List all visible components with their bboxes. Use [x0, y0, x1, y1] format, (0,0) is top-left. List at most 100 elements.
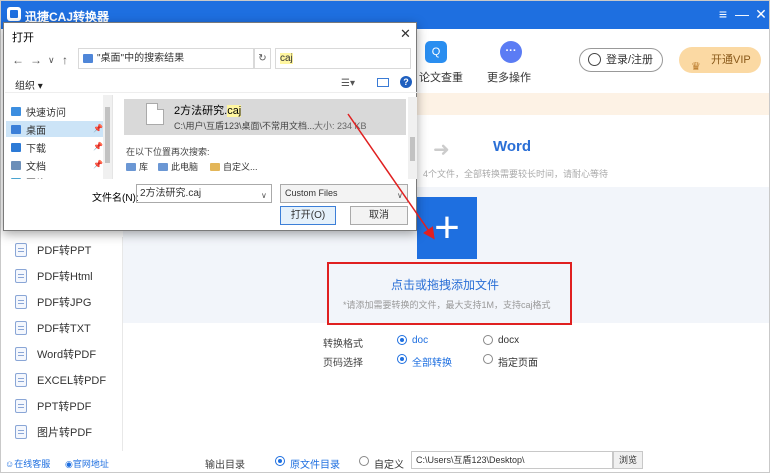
result-file-path: C:\用户\互盾123\桌面\不常用文档...: [174, 121, 315, 131]
tree-label: 下载: [26, 143, 46, 155]
browse-button[interactable]: 浏览: [613, 451, 643, 469]
view-options-icon[interactable]: ☰▾: [341, 78, 355, 89]
format-docx-label[interactable]: docx: [498, 335, 519, 346]
location-library[interactable]: 库: [126, 160, 148, 173]
preview-pane-icon[interactable]: [377, 78, 389, 87]
tree-downloads[interactable]: 下载: [11, 139, 46, 155]
login-button[interactable]: 登录/注册: [579, 48, 663, 72]
conversion-hint: 4个文件，全部转换需要较长时间，请耐心等待: [423, 169, 609, 179]
folder-icon: [83, 54, 93, 63]
sidebar-item-pdf-to-ppt[interactable]: PDF转PPT: [1, 237, 122, 263]
search-input[interactable]: caj: [275, 48, 411, 69]
pin-icon: 📌: [93, 124, 103, 133]
tree-pictures[interactable]: 图片: [11, 174, 46, 179]
user-icon: [588, 53, 601, 66]
nav-paper-check-label: 论文查重: [419, 72, 463, 84]
location-custom[interactable]: 自定义...: [210, 160, 258, 173]
result-file-size: 大小: 234 KB: [314, 121, 367, 131]
target-format: Word: [493, 138, 532, 155]
close-button[interactable]: ✕: [751, 5, 770, 23]
annotation-highlight-box: [327, 262, 572, 325]
minimize-button[interactable]: —: [732, 5, 752, 23]
location-label: 此电脑: [171, 162, 199, 172]
sidebar-item-pdf-to-html[interactable]: PDF转Html: [1, 263, 122, 289]
tree-label: 文档: [26, 161, 46, 173]
desktop-icon: [11, 124, 21, 134]
location-this-pc[interactable]: 此电脑: [158, 160, 198, 173]
app-window: 迅捷CAJ转换器 ≡ — ✕ Q 论文查重 ··· 更多操作 登录/注册 ♛ 开…: [0, 0, 770, 473]
address-text: "桌面"中的搜索结果: [97, 53, 185, 64]
location-label: 库: [139, 162, 149, 172]
address-bar[interactable]: "桌面"中的搜索结果: [78, 48, 254, 69]
page-custom-radio[interactable]: [483, 354, 493, 364]
tree-desktop[interactable]: 桌面: [6, 121, 103, 137]
result-row[interactable]: 2方法研究.caj C:\用户\互盾123\桌面\不常用文档... 大小: 23…: [124, 99, 406, 135]
filename-input[interactable]: 2方法研究.caj ∨: [136, 184, 272, 203]
dialog-close-button[interactable]: ✕: [400, 26, 411, 42]
format-doc-label[interactable]: doc: [412, 335, 428, 346]
forward-icon[interactable]: →: [30, 53, 42, 67]
file-name-prefix: 2方法研究.: [174, 105, 228, 117]
sidebar-item-label: PPT转PDF: [37, 401, 92, 413]
output-custom-label[interactable]: 自定义: [374, 456, 404, 471]
sidebar-item-label: EXCEL转PDF: [37, 375, 107, 387]
file-icon: [15, 399, 27, 413]
sidebar-item-word-to-pdf[interactable]: Word转PDF: [1, 341, 122, 367]
output-path-field[interactable]: C:\Users\互盾123\Desktop\: [411, 451, 613, 469]
format-docx-radio[interactable]: [483, 335, 493, 345]
organize-menu[interactable]: 组织 ▾: [15, 77, 43, 92]
app-logo-icon: [7, 7, 21, 21]
dialog-title: 打开: [12, 32, 34, 44]
tree-quick-access[interactable]: 快速访问: [11, 103, 66, 119]
back-icon[interactable]: ←: [12, 53, 24, 67]
nav-more-actions[interactable]: ··· 更多操作: [487, 41, 531, 85]
file-icon: [15, 243, 27, 257]
website-link[interactable]: ◉官网地址: [65, 457, 109, 470]
sidebar-item-excel-to-pdf[interactable]: EXCEL转PDF: [1, 367, 122, 393]
navigation-scrollbar[interactable]: [103, 95, 112, 179]
sidebar-item-ppt-to-pdf[interactable]: PPT转PDF: [1, 393, 122, 419]
output-source-label[interactable]: 原文件目录: [290, 456, 340, 471]
online-service-link[interactable]: ☺在线客服: [5, 457, 50, 470]
search-doc-icon: Q: [425, 41, 447, 63]
file-icon: [15, 373, 27, 387]
file-type-select[interactable]: Custom Files ∨: [280, 184, 408, 203]
online-service-label: 在线客服: [14, 459, 51, 469]
output-custom-radio[interactable]: [359, 456, 369, 466]
format-doc-radio[interactable]: [397, 335, 407, 345]
arrow-right-icon: ➜: [433, 139, 450, 161]
dialog-toolbar: 组织 ▾ ☰▾ ?: [5, 73, 417, 93]
refresh-icon[interactable]: ↻: [254, 48, 271, 69]
nav-more-label: 更多操作: [487, 72, 531, 84]
sidebar-item-pdf-to-jpg[interactable]: PDF转JPG: [1, 289, 122, 315]
pin-icon: 📌: [93, 142, 103, 151]
results-scrollbar[interactable]: [408, 97, 417, 179]
sidebar-item-label: PDF转TXT: [37, 323, 91, 335]
download-icon: [11, 142, 21, 152]
star-icon: [11, 106, 21, 116]
result-file-name: 2方法研究.caj: [174, 102, 242, 118]
page-custom-label[interactable]: 指定页面: [498, 354, 538, 369]
tree-label: 快速访问: [26, 107, 66, 119]
vip-button[interactable]: ♛ 开通VIP: [679, 47, 761, 73]
add-file-button[interactable]: +: [417, 197, 477, 259]
cancel-button[interactable]: 取消: [350, 206, 408, 225]
chevron-down-icon[interactable]: ∨: [261, 187, 267, 204]
up-icon[interactable]: ↑: [62, 53, 68, 67]
sidebar-item-image-to-pdf[interactable]: 图片转PDF: [1, 419, 122, 445]
page-all-label[interactable]: 全部转换: [412, 354, 452, 369]
file-icon: [15, 295, 27, 309]
search-value: caj: [280, 53, 293, 64]
open-button[interactable]: 打开(O): [280, 206, 336, 225]
search-results: 2方法研究.caj C:\用户\互盾123\桌面\不常用文档... 大小: 23…: [120, 97, 408, 179]
file-icon: [15, 425, 27, 439]
computer-icon: [158, 162, 168, 171]
page-all-radio[interactable]: [397, 354, 407, 364]
help-icon[interactable]: ?: [400, 76, 412, 88]
file-icon: [15, 347, 27, 361]
menu-icon[interactable]: ≡: [713, 5, 733, 23]
chevron-down-icon[interactable]: ∨: [48, 55, 55, 66]
tree-documents[interactable]: 文档: [11, 157, 46, 173]
output-source-radio[interactable]: [275, 456, 285, 466]
sidebar-item-pdf-to-txt[interactable]: PDF转TXT: [1, 315, 122, 341]
